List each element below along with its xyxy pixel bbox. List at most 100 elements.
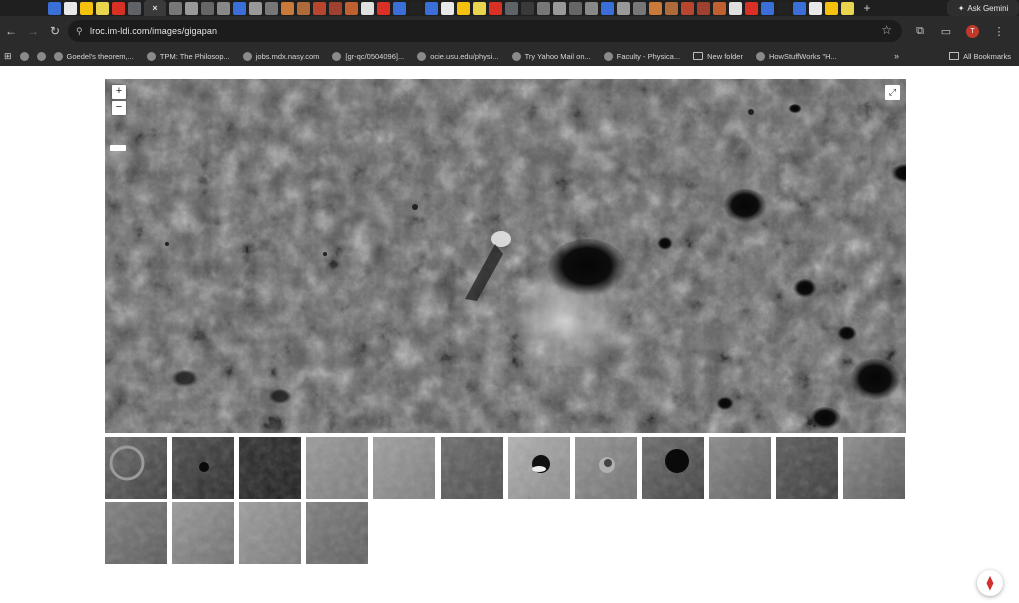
extensions-icon[interactable]: ⧉ [914, 25, 926, 38]
thumbnail-image [105, 437, 167, 499]
browser-tab-16[interactable] [297, 1, 310, 15]
browser-tab-18[interactable] [329, 1, 342, 15]
browser-tab-35[interactable] [601, 1, 614, 15]
thumbnail-9[interactable] [641, 437, 704, 499]
back-button[interactable]: ← [0, 16, 22, 46]
browser-tab-12[interactable] [233, 1, 246, 15]
profile-avatar[interactable]: T [966, 24, 979, 38]
browser-tab-17[interactable] [313, 1, 326, 15]
menu-icon[interactable]: ⋮ [993, 25, 1005, 38]
side-panel-icon[interactable]: ▭ [940, 25, 952, 38]
thumbnail-11[interactable] [776, 437, 838, 499]
thumbnail-image [239, 437, 302, 499]
thumbnail-12[interactable] [843, 437, 906, 499]
bookmark-item[interactable]: Goedel's theorem,... [53, 51, 134, 61]
browser-tab-25[interactable] [441, 1, 454, 15]
gigapan-viewer[interactable]: + − ⤢ [105, 79, 906, 433]
browser-tab-37[interactable] [633, 1, 646, 15]
thumbnail-13[interactable] [105, 502, 167, 564]
bookmark-item[interactable]: HowStuffWorks "H... [755, 51, 837, 61]
reload-button[interactable]: ↻ [44, 16, 66, 46]
browser-tab-5[interactable] [112, 1, 125, 15]
thumbnail-8[interactable] [574, 437, 637, 499]
thumbnail-2[interactable] [172, 437, 235, 499]
browser-tab-27[interactable] [473, 1, 486, 15]
browser-tab-26[interactable] [457, 1, 470, 15]
thumbnail-4[interactable] [306, 437, 369, 499]
bookmark-item[interactable]: TPM: The Philosop... [146, 51, 230, 61]
browser-tab-2[interactable] [64, 1, 77, 15]
browser-tab-30[interactable] [521, 1, 534, 15]
all-bookmarks-button[interactable]: All Bookmarks [949, 52, 1011, 61]
bookmark-item[interactable]: jobs.mdx.nasy.com [242, 51, 319, 61]
thumbnail-6[interactable] [440, 437, 503, 499]
browser-tab-9[interactable] [185, 1, 198, 15]
browser-tab-19[interactable] [345, 1, 358, 15]
bookmark-star-icon[interactable]: ☆ [881, 23, 892, 37]
browser-tab-38[interactable] [649, 1, 662, 15]
browser-tab-31[interactable] [537, 1, 550, 15]
browser-tab-21[interactable] [377, 1, 390, 15]
address-bar[interactable]: ⚲ lroc.im-ldi.com/images/gigapan ☆ [68, 20, 902, 42]
browser-tab-3[interactable] [80, 1, 93, 15]
browser-tab-1[interactable] [48, 1, 61, 15]
forward-button[interactable]: → [22, 16, 44, 46]
browser-tab-45[interactable] [761, 1, 774, 15]
bookmark-item[interactable]: ocie.usu.edu/physi... [417, 51, 499, 61]
browser-tab-13[interactable] [249, 1, 262, 15]
thumbnail-7[interactable] [507, 437, 570, 499]
new-tab-button[interactable]: + [861, 1, 873, 15]
browser-tab-49[interactable] [825, 1, 838, 15]
thumbnail-16[interactable] [306, 502, 369, 564]
zoom-out-button[interactable]: − [112, 101, 126, 115]
browser-tab-11[interactable] [217, 1, 230, 15]
browser-tab-28[interactable] [489, 1, 502, 15]
bookmark-item[interactable]: Faculty - Physica... [603, 51, 680, 61]
bookmarks-overflow-button[interactable]: » [894, 51, 899, 61]
browser-tab-8[interactable] [169, 1, 182, 15]
ask-gemini-button[interactable]: ✦ Ask Gemini [947, 0, 1019, 16]
browser-tab-47[interactable] [793, 1, 806, 15]
browser-tab-20[interactable] [361, 1, 374, 15]
site-info-icon[interactable]: ⚲ [76, 26, 90, 37]
bookmark-item[interactable]: Try Yahoo Mail on... [511, 51, 591, 61]
pdf-reader-button[interactable]: ⧫ [977, 570, 1003, 596]
browser-tab-42[interactable] [713, 1, 726, 15]
thumbnail-10[interactable] [708, 437, 771, 499]
browser-tab-40[interactable] [681, 1, 694, 15]
zoom-in-button[interactable]: + [112, 85, 126, 99]
browser-tab-15[interactable] [281, 1, 294, 15]
browser-tab-48[interactable] [809, 1, 822, 15]
browser-tab-24[interactable] [425, 1, 438, 15]
browser-tab-46[interactable] [777, 1, 790, 15]
fullscreen-button[interactable]: ⤢ [885, 85, 900, 100]
lunar-surface-image[interactable] [105, 79, 906, 433]
browser-tab-41[interactable] [697, 1, 710, 15]
browser-tab-33[interactable] [569, 1, 582, 15]
browser-tab-32[interactable] [553, 1, 566, 15]
bookmark-item[interactable]: New folder [693, 52, 743, 61]
browser-tab-7[interactable]: × [144, 0, 166, 16]
browser-tab-43[interactable] [729, 1, 742, 15]
browser-tab-6[interactable] [128, 1, 141, 15]
browser-tab-44[interactable] [745, 1, 758, 15]
browser-tab-39[interactable] [665, 1, 678, 15]
browser-tab-23[interactable] [409, 1, 422, 15]
browser-tab-50[interactable] [841, 1, 854, 15]
browser-tab-36[interactable] [617, 1, 630, 15]
browser-tab-34[interactable] [585, 1, 598, 15]
thumbnail-15[interactable] [239, 502, 302, 564]
thumbnail-14[interactable] [172, 502, 235, 564]
browser-tab-10[interactable] [201, 1, 214, 15]
apps-grid-icon[interactable]: ⊞ [4, 51, 12, 62]
browser-tab-29[interactable] [505, 1, 518, 15]
thumbnail-5[interactable] [373, 437, 436, 499]
browser-tab-14[interactable] [265, 1, 278, 15]
bookmark-item[interactable]: [gr-qc/0504096]... [332, 51, 404, 61]
bookmark-icon-only-2[interactable] [36, 51, 46, 61]
bookmark-icon-only-1[interactable] [19, 51, 29, 61]
thumbnail-1[interactable] [105, 437, 167, 499]
browser-tab-22[interactable] [393, 1, 406, 15]
browser-tab-4[interactable] [96, 1, 109, 15]
thumbnail-3[interactable] [239, 437, 302, 499]
